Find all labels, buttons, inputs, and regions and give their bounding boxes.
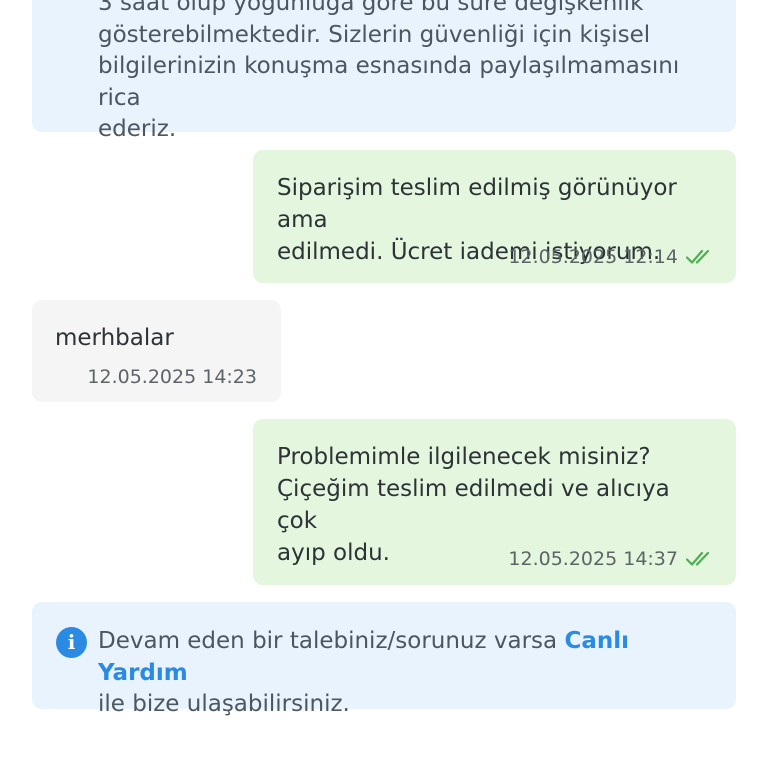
notice-line: 3 saat olup yoğunluğa göre bu süre değiş… — [98, 0, 644, 16]
live-help-notice: i Devam eden bir talebiniz/sorunuz varsa… — [32, 602, 736, 717]
message-timestamp: 12.05.2025 14:37 — [508, 548, 678, 570]
notice-line: ederiz. — [98, 116, 177, 142]
message-text: merhbalar — [55, 322, 257, 354]
message-line: Problemimle ilgilenecek misiniz? — [277, 444, 651, 470]
notice-line: gösterebilmektedir. Sizlerin güvenliği i… — [98, 21, 651, 48]
read-receipt-icon — [686, 249, 710, 264]
outgoing-message: Siparişim teslim edilmiş görünüyor ama e… — [253, 150, 736, 283]
outgoing-message: Problemimle ilgilenecek misiniz? Çiçeğim… — [253, 419, 736, 585]
message-meta: 12.05.2025 14:23 — [87, 366, 257, 388]
info-icon: i — [56, 627, 87, 658]
incoming-message: merhbalar 12.05.2025 14:23 — [32, 300, 281, 402]
live-help-suffix: ile bize ulaşabilirsiniz. — [98, 691, 350, 717]
message-line: merhbalar — [55, 325, 174, 351]
message-meta: 12.05.2025 12:14 — [508, 246, 712, 268]
message-line: Siparişim teslim edilmiş görünüyor ama — [277, 175, 677, 233]
live-help-prefix: Devam eden bir talebiniz/sorunuz varsa — [98, 628, 565, 654]
privacy-notice: 3 saat olup yoğunluğa göre bu süre değiş… — [32, 0, 736, 142]
message-meta: 12.05.2025 14:37 — [508, 548, 712, 570]
live-help-text: Devam eden bir talebiniz/sorunuz varsa C… — [98, 626, 696, 721]
message-line: Çiçeğim teslim edilmedi ve alıcıya çok — [277, 476, 670, 534]
message-timestamp: 12.05.2025 12:14 — [508, 246, 678, 268]
message-timestamp: 12.05.2025 14:23 — [87, 366, 257, 388]
privacy-notice-text: 3 saat olup yoğunluğa göre bu süre değiş… — [98, 0, 696, 146]
notice-line: bilgilerinizin konuşma esnasında paylaşı… — [98, 53, 680, 111]
chat-conversation: 3 saat olup yoğunluğa göre bu süre değiş… — [0, 0, 768, 768]
read-receipt-icon — [686, 551, 710, 566]
